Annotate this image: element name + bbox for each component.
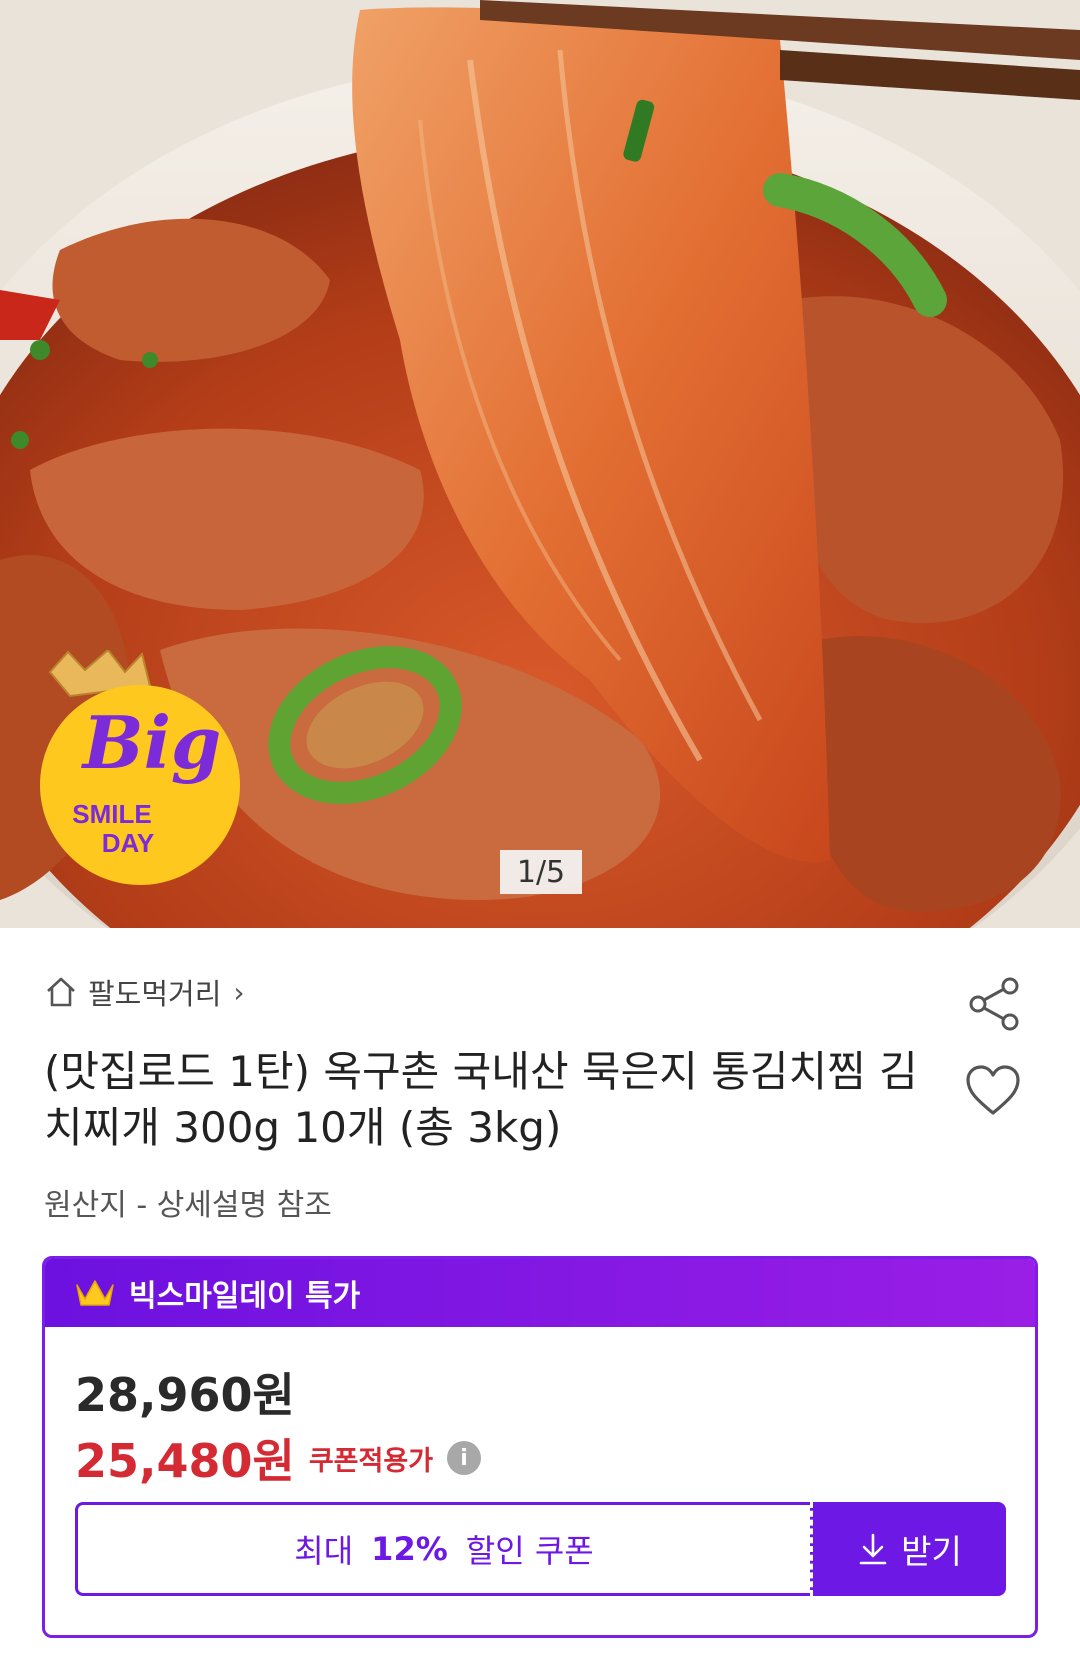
chevron-right-icon: › bbox=[233, 975, 245, 1009]
badge-big-text: Big bbox=[81, 700, 222, 785]
download-icon bbox=[859, 1533, 887, 1565]
share-icon[interactable] bbox=[966, 976, 1022, 1032]
big-smile-day-badge: Big SMILE DAY bbox=[40, 650, 240, 885]
promo-header: 빅스마일데이 특가 bbox=[45, 1259, 1035, 1327]
coupon-applied-label: 쿠폰적용가 bbox=[308, 1445, 434, 1477]
coupon-suffix: 할인 쿠폰 bbox=[465, 1532, 594, 1570]
info-icon[interactable]: i bbox=[447, 1441, 482, 1475]
badge-day-text: DAY bbox=[102, 828, 155, 858]
promo-price-card: 빅스마일데이 특가 28,960원 25,480원 쿠폰적용가 i 최대 12%… bbox=[42, 1256, 1038, 1638]
seller-link[interactable]: 팔도먹거리 › bbox=[44, 972, 245, 1012]
seller-name: 팔도먹거리 bbox=[88, 977, 222, 1011]
home-icon bbox=[47, 977, 75, 1007]
coupon-prefix: 최대 bbox=[294, 1532, 354, 1570]
receive-coupon-label: 받기 bbox=[901, 1532, 962, 1571]
sale-price: 25,480원 bbox=[75, 1434, 295, 1488]
coupon-percent: 12% bbox=[371, 1530, 448, 1568]
coupon-offer[interactable]: 최대 12% 할인 쿠폰 bbox=[75, 1502, 810, 1596]
receive-coupon-button[interactable]: 받기 bbox=[810, 1502, 1006, 1596]
product-image-carousel[interactable]: Big SMILE DAY 1/5 bbox=[0, 0, 1080, 928]
promo-header-label: 빅스마일데이 특가 bbox=[129, 1279, 361, 1314]
original-price: 28,960원 bbox=[75, 1368, 295, 1422]
heart-icon[interactable] bbox=[964, 1063, 1022, 1117]
carousel-page-indicator: 1/5 bbox=[500, 850, 582, 894]
product-title: (맛집로드 1탄) 옥구촌 국내산 묵은지 통김치찜 김치찌개 300g 10개… bbox=[44, 1047, 918, 1152]
badge-smile-text: SMILE bbox=[72, 799, 151, 829]
product-origin: 원산지 - 상세설명 참조 bbox=[44, 1188, 332, 1223]
crown-icon bbox=[76, 1280, 114, 1306]
sale-price-row: 25,480원 쿠폰적용가 i bbox=[75, 1425, 482, 1491]
